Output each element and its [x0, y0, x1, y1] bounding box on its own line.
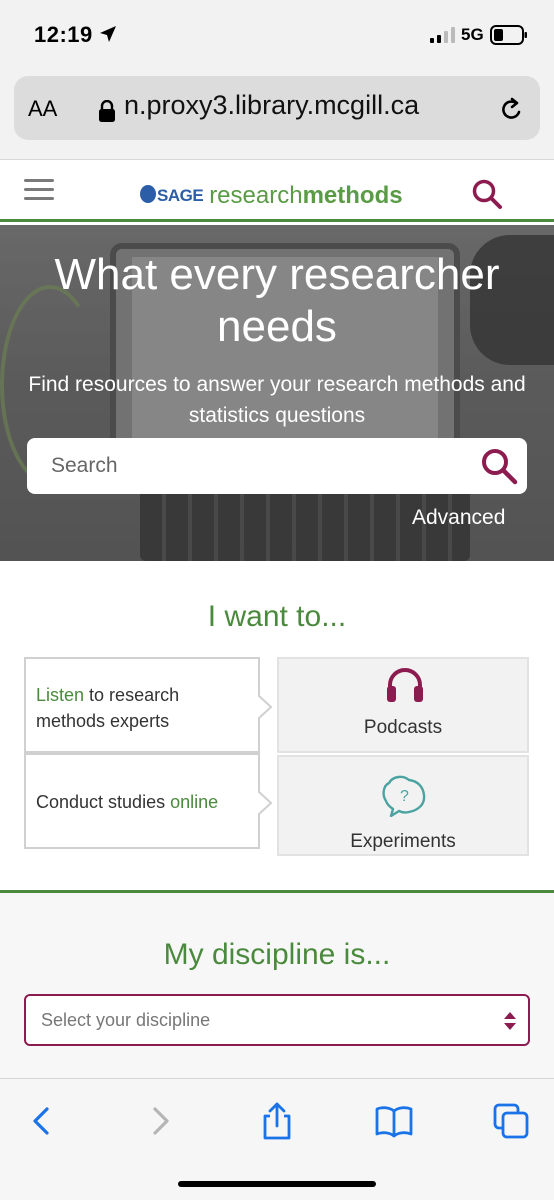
- share-icon[interactable]: [257, 1101, 297, 1141]
- option-conduct-rest: Conduct studies: [36, 792, 171, 812]
- brain-question-icon: ?: [382, 775, 426, 817]
- chevron-right-icon: [258, 791, 272, 815]
- lock-icon: [99, 100, 115, 122]
- browser-address-area: AA n.proxy3.library.mcgill.ca: [0, 68, 554, 160]
- location-arrow-icon: [100, 26, 116, 42]
- back-icon[interactable]: [22, 1101, 62, 1141]
- advanced-search-link[interactable]: Advanced: [412, 506, 505, 530]
- sage-research-methods-logo[interactable]: SAGE researchmethods: [140, 182, 403, 210]
- option-conduct[interactable]: Conduct studies online: [24, 753, 272, 849]
- hero-subtitle: Find resources to answer your research m…: [28, 373, 526, 427]
- headphones-icon: [387, 668, 423, 702]
- address-bar[interactable]: AA n.proxy3.library.mcgill.ca: [14, 76, 540, 140]
- podcasts-label: Podcasts: [363, 717, 443, 738]
- tabs-icon[interactable]: [491, 1101, 531, 1141]
- option-conduct-text: Conduct studies online: [36, 789, 256, 815]
- logo-research-text: research: [209, 182, 303, 209]
- chevron-right-icon: [258, 695, 272, 719]
- menu-icon[interactable]: [24, 179, 54, 201]
- logo-sage-text: SAGE: [157, 186, 204, 205]
- select-updown-icon: [504, 1012, 516, 1030]
- discipline-section: My discipline is... Select your discipli…: [0, 893, 554, 1078]
- option-listen-text: Listen to research methods experts: [36, 682, 246, 734]
- experiments-label: Experiments: [350, 831, 456, 852]
- text-size-button[interactable]: AA: [28, 96, 57, 122]
- svg-text:?: ?: [400, 788, 409, 805]
- podcasts-card[interactable]: Podcasts: [277, 657, 529, 753]
- sage-logo-mark-icon: [140, 185, 156, 203]
- logo-methods-text: methods: [302, 182, 403, 209]
- battery-icon: [490, 25, 527, 45]
- bookmarks-icon[interactable]: [374, 1101, 414, 1141]
- option-conduct-highlight: online: [170, 792, 219, 812]
- search-icon[interactable]: [471, 178, 503, 210]
- discipline-select[interactable]: Select your discipline: [24, 994, 530, 1046]
- url-text[interactable]: n.proxy3.library.mcgill.ca: [124, 90, 494, 121]
- home-indicator[interactable]: [178, 1181, 376, 1187]
- want-media-cards: Podcasts ? Experiments: [277, 657, 529, 856]
- hero-title: What every researcher needs: [54, 250, 500, 351]
- discipline-heading: My discipline is...: [163, 938, 391, 971]
- site-header: SAGE researchmethods: [0, 160, 554, 222]
- search-input[interactable]: [27, 438, 467, 494]
- hero-search-box: [27, 438, 527, 494]
- i-want-to-heading: I want to...: [207, 600, 347, 633]
- hero-banner: What every researcher needs Find resourc…: [0, 225, 554, 561]
- reload-icon[interactable]: [498, 96, 524, 124]
- ios-status-bar: 12:19 5G: [0, 0, 554, 68]
- option-listen[interactable]: Listen to research methods experts: [24, 657, 272, 753]
- status-time: 12:19: [34, 22, 93, 47]
- forward-icon[interactable]: [140, 1101, 180, 1141]
- option-listen-highlight: Listen: [36, 685, 85, 705]
- cellular-signal-icon: [430, 27, 455, 43]
- network-type-label: 5G: [461, 25, 484, 44]
- experiments-card[interactable]: ? Experiments: [277, 755, 529, 856]
- search-submit-icon[interactable]: [479, 446, 519, 486]
- discipline-select-value: Select your discipline: [41, 1010, 211, 1030]
- want-options-list: Listen to research methods experts Condu…: [24, 657, 272, 850]
